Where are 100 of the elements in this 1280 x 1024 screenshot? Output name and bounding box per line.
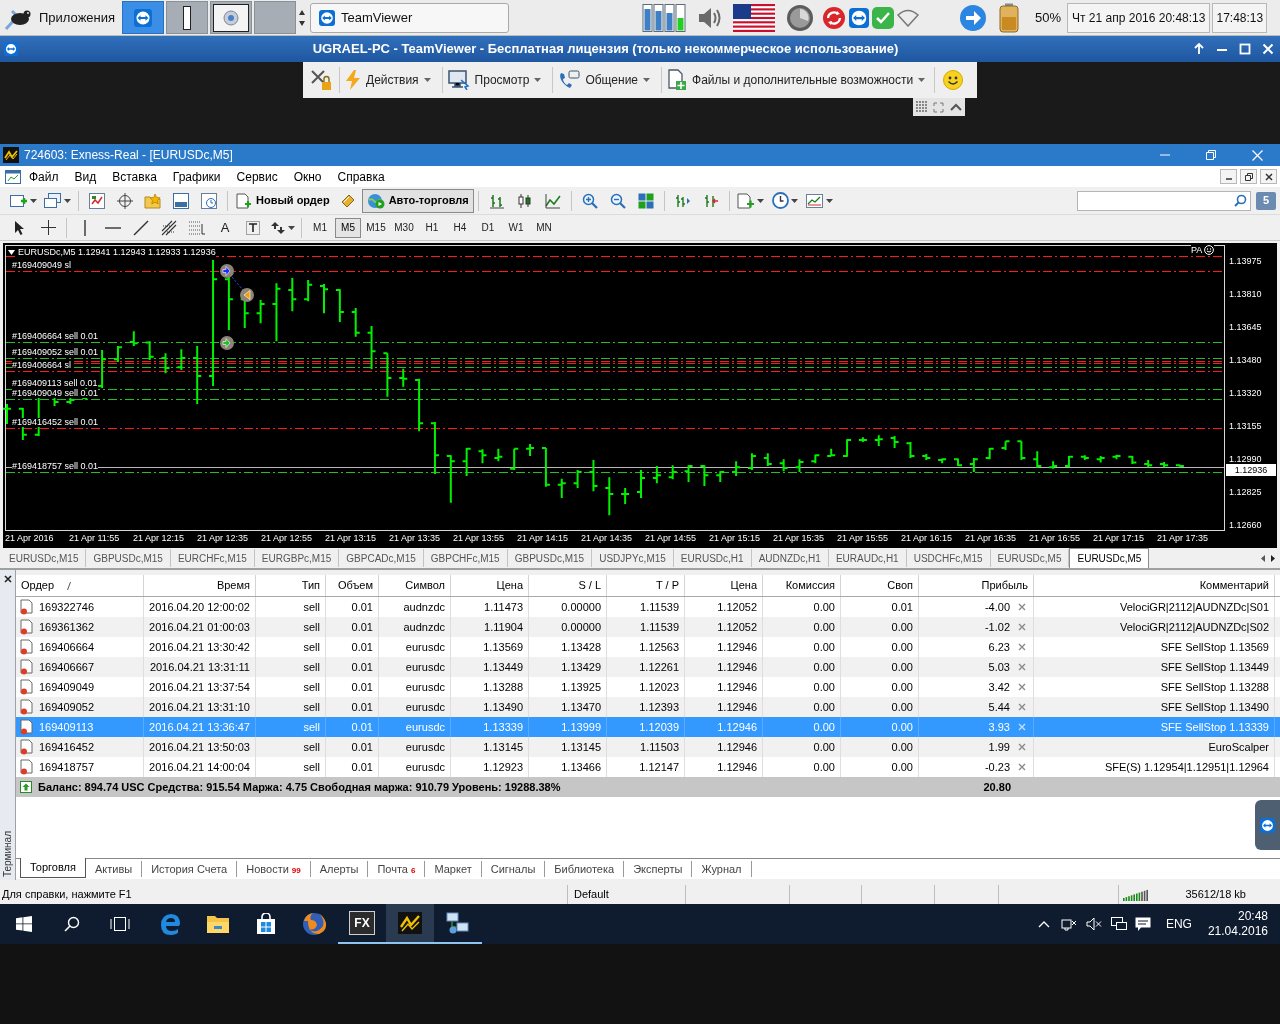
zoom-out-icon[interactable]	[609, 192, 626, 209]
caret-icon[interactable]	[918, 78, 926, 82]
candlestick-icon[interactable]	[516, 192, 533, 209]
new-order-button[interactable]: Новый ордер	[232, 188, 334, 213]
panel-tab[interactable]: Новости 99	[237, 861, 311, 877]
zoom-in-icon[interactable]	[581, 192, 598, 209]
timeframe-button[interactable]: M15	[363, 217, 389, 238]
workspace-tile[interactable]	[210, 1, 252, 34]
disk-icon[interactable]	[786, 3, 814, 32]
column-header[interactable]: Тип	[256, 575, 326, 596]
restore-icon[interactable]	[1244, 172, 1253, 181]
panel-tab[interactable]: Алерты	[310, 861, 369, 877]
target-icon[interactable]	[117, 192, 133, 209]
diamond-icon[interactable]	[339, 192, 356, 209]
chart-shift-icon[interactable]	[674, 192, 691, 209]
panel-tab[interactable]: Эксперты	[624, 861, 693, 877]
dotted-lines-icon[interactable]	[189, 220, 205, 235]
sync-icon[interactable]	[822, 5, 846, 30]
arrow-shapes-icon[interactable]	[269, 219, 286, 236]
star-folder-icon[interactable]	[144, 192, 162, 209]
chart-window-icon[interactable]	[806, 192, 825, 209]
caret-icon[interactable]	[643, 78, 650, 82]
trend-line-icon[interactable]	[133, 219, 149, 236]
column-header[interactable]: T / P	[607, 575, 685, 596]
table-row[interactable]: 169406664 2016.04.21 13:30:42 sell 0.01 eurusdc 1.13569 1.13428 1.12563 1.12946 0.00 0.00 6.23 SFE SellStop 1.13569	[16, 637, 1280, 657]
vertical-line-icon[interactable]	[83, 219, 87, 236]
panel-tab[interactable]: Почта 6	[368, 861, 426, 877]
column-header[interactable]: Объем	[326, 575, 379, 596]
toolbar-menu[interactable]: Действия	[340, 64, 436, 96]
chart-tab[interactable]: EURAUDc,H1	[828, 549, 907, 567]
column-header[interactable]: Символ	[379, 575, 451, 596]
column-header[interactable]: Ордер	[16, 575, 144, 596]
caret-icon[interactable]	[287, 225, 295, 230]
menu-item[interactable]: Сервис	[228, 167, 286, 186]
workspace-tile[interactable]	[166, 1, 208, 34]
flag-icon[interactable]	[733, 3, 775, 32]
toolbar-menu[interactable]: Файлы и дополнительные возможности	[662, 64, 931, 96]
panel-tab[interactable]: История Счета	[142, 861, 238, 877]
clock-icon[interactable]	[771, 192, 789, 209]
chart-document-icon[interactable]	[89, 192, 105, 209]
scroll-right-icon[interactable]	[1271, 554, 1275, 562]
message-icon[interactable]	[1134, 916, 1151, 932]
panel-tab[interactable]: Библиотека	[545, 861, 625, 877]
menu-item[interactable]: Вставка	[104, 167, 165, 186]
timeframe-button[interactable]: H1	[419, 217, 445, 238]
autoscroll-icon[interactable]	[702, 192, 719, 209]
panel-tab[interactable]: Сигналы	[481, 861, 546, 877]
dropdown-triangle-icon[interactable]	[8, 249, 15, 255]
bar-chart-icon[interactable]	[488, 192, 505, 209]
table-row[interactable]: 169418757 2016.04.21 14:00:04 sell 0.01 eurusdc 1.12923 1.13466 1.12147 1.12946 0.00 0.00 -0.23 SFE(S) 1.12954|1.12951|1.12964	[16, 757, 1280, 777]
panel-tab[interactable]: Журнал	[692, 861, 752, 877]
caret-icon[interactable]	[423, 78, 431, 82]
menu-item[interactable]: Окно	[285, 167, 330, 186]
phone-chat-icon[interactable]	[558, 70, 581, 90]
auto-trading-button[interactable]: Авто-торговля	[361, 188, 474, 213]
taskbar-app[interactable]	[386, 904, 434, 944]
column-header[interactable]: Цена	[451, 575, 529, 596]
caret-icon[interactable]	[757, 198, 765, 203]
panel-tab[interactable]: Маркет	[425, 861, 482, 877]
task-button[interactable]: TeamViewer	[310, 2, 509, 33]
timeframe-button[interactable]: M1	[307, 217, 333, 238]
column-header[interactable]: Комментарий	[1034, 575, 1275, 596]
column-header[interactable]: Время	[144, 575, 256, 596]
panel-window-icon[interactable]	[173, 192, 189, 209]
text-label-icon[interactable]	[246, 220, 260, 235]
timeframe-button[interactable]: MN	[531, 217, 557, 238]
table-row[interactable]: 169409049 2016.04.21 13:37:54 sell 0.01 eurusdc 1.13288 1.13925 1.12023 1.12946 0.00 0.00 3.42 SFE SellStop 1.13288	[16, 677, 1280, 697]
chart-tab[interactable]: EURUSDc,M15	[2, 549, 87, 567]
arrow-up-icon[interactable]	[1193, 43, 1205, 55]
channel-icon[interactable]	[161, 219, 177, 236]
caret-icon[interactable]	[534, 78, 542, 82]
notification-count[interactable]: 5	[1256, 191, 1276, 210]
timeframe-button[interactable]: D1	[475, 217, 501, 238]
text-tool[interactable]: A	[211, 215, 239, 240]
crosshair-icon[interactable]	[40, 220, 56, 235]
chart-tab[interactable]: GBPCHFc,M15	[423, 549, 508, 567]
horizontal-line-icon[interactable]	[105, 225, 121, 230]
arrow-circle-icon[interactable]	[959, 3, 987, 32]
menu-item[interactable]: Справка	[329, 167, 393, 186]
chart-tab[interactable]: EURCHFc,M15	[170, 549, 255, 567]
maximize-icon[interactable]	[1239, 43, 1251, 55]
timeframe-button[interactable]: M5	[335, 217, 361, 238]
lock-close-icon[interactable]	[309, 68, 333, 92]
chart-tab[interactable]: EURUSDc,H1	[673, 549, 752, 567]
new-chart-icon[interactable]	[9, 192, 28, 209]
windows-stack-icon[interactable]	[43, 192, 62, 209]
grid-icon[interactable]	[915, 101, 928, 113]
panel-tab[interactable]: Активы	[85, 861, 143, 877]
chart-tab[interactable]: EURGBPc,M15	[254, 549, 340, 567]
column-header[interactable]: Цена	[685, 575, 763, 596]
smiley-icon[interactable]	[943, 70, 964, 90]
panel-tab[interactable]: Торговля	[20, 858, 86, 878]
close-icon[interactable]	[3, 575, 12, 583]
side-panel-tab[interactable]	[1255, 800, 1280, 850]
tile-windows-icon[interactable]	[637, 192, 654, 209]
column-header[interactable]: S / L	[529, 575, 607, 596]
wifi-icon[interactable]	[897, 8, 919, 27]
search-icon[interactable]	[1234, 194, 1247, 207]
scroll-left-icon[interactable]	[1261, 554, 1265, 562]
close-icon[interactable]	[1264, 172, 1273, 181]
